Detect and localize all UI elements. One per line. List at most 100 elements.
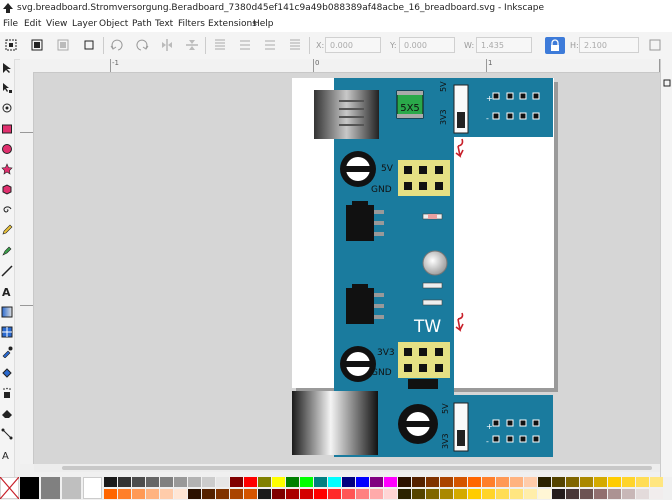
rotate-cw-icon[interactable]	[135, 38, 149, 52]
select-all-layers-icon[interactable]	[30, 38, 44, 52]
palette-swatch[interactable]	[104, 489, 117, 499]
3d-box-tool-icon[interactable]	[1, 183, 13, 195]
menu-extensions[interactable]: Extensions	[208, 16, 257, 32]
palette-swatch[interactable]	[314, 477, 327, 487]
raise-to-top-icon[interactable]	[213, 38, 227, 52]
palette-swatch[interactable]	[468, 489, 481, 499]
flip-vertical-icon[interactable]	[185, 38, 199, 52]
rectangle-tool-icon[interactable]	[1, 123, 13, 135]
palette-swatch[interactable]	[244, 477, 257, 487]
no-paint-swatch[interactable]	[0, 477, 19, 499]
palette-swatch[interactable]	[482, 477, 495, 487]
palette-swatch[interactable]	[384, 489, 397, 499]
pencil-tool-icon[interactable]	[1, 224, 13, 236]
selector-tool-icon[interactable]	[1, 62, 13, 74]
palette-swatch[interactable]	[608, 489, 621, 499]
palette-swatch[interactable]	[510, 489, 523, 499]
palette-swatch[interactable]	[594, 489, 607, 499]
palette-swatch[interactable]	[650, 477, 663, 487]
palette-swatch[interactable]	[258, 489, 271, 499]
ellipse-tool-icon[interactable]	[1, 143, 13, 155]
palette-swatch[interactable]	[146, 477, 159, 487]
zoom-tool-icon[interactable]: A	[1, 448, 13, 460]
palette-swatch[interactable]	[230, 477, 243, 487]
palette-swatch[interactable]	[496, 477, 509, 487]
palette-swatch[interactable]	[188, 477, 201, 487]
menu-help[interactable]: Help	[253, 16, 274, 32]
text-tool-icon[interactable]: A	[1, 285, 13, 297]
palette-swatch[interactable]	[314, 489, 327, 499]
calligraphy-tool-icon[interactable]	[1, 265, 13, 277]
lower-icon[interactable]	[263, 38, 277, 52]
palette-swatch[interactable]	[328, 477, 341, 487]
flip-horizontal-icon[interactable]	[160, 38, 174, 52]
palette-swatch[interactable]	[216, 477, 229, 487]
palette-swatch[interactable]	[412, 477, 425, 487]
palette-swatch[interactable]	[244, 489, 257, 499]
menu-file[interactable]: File	[3, 16, 18, 32]
gradient-tool-icon[interactable]	[1, 306, 13, 318]
palette-swatch[interactable]	[636, 477, 649, 487]
palette-swatch[interactable]	[104, 477, 117, 487]
palette-swatch[interactable]	[426, 477, 439, 487]
palette-swatch[interactable]	[552, 489, 565, 499]
palette-swatch[interactable]	[328, 489, 341, 499]
palette-swatch[interactable]	[384, 477, 397, 487]
palette-swatch[interactable]	[272, 477, 285, 487]
palette-swatch[interactable]	[300, 489, 313, 499]
paint-bucket-tool-icon[interactable]	[1, 367, 13, 379]
palette-swatch[interactable]	[538, 489, 551, 499]
palette-swatch[interactable]	[482, 489, 495, 499]
palette-swatch[interactable]	[258, 477, 271, 487]
pen-tool-icon[interactable]	[1, 245, 13, 257]
palette-swatch[interactable]	[342, 489, 355, 499]
units-menu-icon[interactable]	[648, 38, 662, 52]
palette-swatch[interactable]	[202, 477, 215, 487]
star-tool-icon[interactable]	[1, 163, 13, 175]
palette-swatch[interactable]	[342, 477, 355, 487]
palette-swatch[interactable]	[566, 477, 579, 487]
palette-swatch[interactable]	[286, 477, 299, 487]
vertical-ruler[interactable]	[20, 72, 34, 464]
eraser-tool-icon[interactable]	[1, 407, 13, 419]
palette-swatch[interactable]	[566, 489, 579, 499]
palette-swatch[interactable]	[426, 489, 439, 499]
raise-icon[interactable]	[238, 38, 252, 52]
rotate-ccw-icon[interactable]	[110, 38, 124, 52]
w-field[interactable]: 1.435	[476, 37, 532, 53]
swatch-white[interactable]	[83, 477, 102, 499]
palette-swatch[interactable]	[272, 489, 285, 499]
spiral-tool-icon[interactable]	[1, 204, 13, 216]
scrollbar-thumb[interactable]	[62, 466, 652, 470]
palette-swatch[interactable]	[622, 477, 635, 487]
mesh-tool-icon[interactable]	[1, 326, 13, 338]
palette-swatch[interactable]	[132, 489, 145, 499]
palette-swatch[interactable]	[398, 477, 411, 487]
panel-icon[interactable]	[663, 79, 671, 87]
palette-swatch[interactable]	[636, 489, 649, 499]
palette-swatch[interactable]	[608, 477, 621, 487]
spray-tool-icon[interactable]	[1, 387, 13, 399]
palette-swatch[interactable]	[440, 477, 453, 487]
invert-selection-icon[interactable]	[56, 38, 70, 52]
palette-swatch[interactable]	[454, 477, 467, 487]
palette-swatch[interactable]	[650, 489, 663, 499]
menu-layer[interactable]: Layer	[72, 16, 97, 32]
palette-swatch[interactable]	[356, 489, 369, 499]
lower-to-bottom-icon[interactable]	[288, 38, 302, 52]
menu-text[interactable]: Text	[155, 16, 173, 32]
swatch-gray[interactable]	[41, 477, 60, 499]
palette-swatch[interactable]	[524, 489, 537, 499]
palette-swatch[interactable]	[146, 489, 159, 499]
palette-swatch[interactable]	[174, 489, 187, 499]
menu-object[interactable]: Object	[99, 16, 128, 32]
palette-swatch[interactable]	[510, 477, 523, 487]
palette-swatch[interactable]	[356, 477, 369, 487]
palette-swatch[interactable]	[412, 489, 425, 499]
palette-swatch[interactable]	[496, 489, 509, 499]
palette-swatch[interactable]	[118, 477, 131, 487]
palette-swatch[interactable]	[188, 489, 201, 499]
lock-ratio-button[interactable]	[545, 37, 565, 54]
connector-tool-icon[interactable]	[1, 428, 13, 440]
tweak-tool-icon[interactable]	[1, 102, 13, 114]
